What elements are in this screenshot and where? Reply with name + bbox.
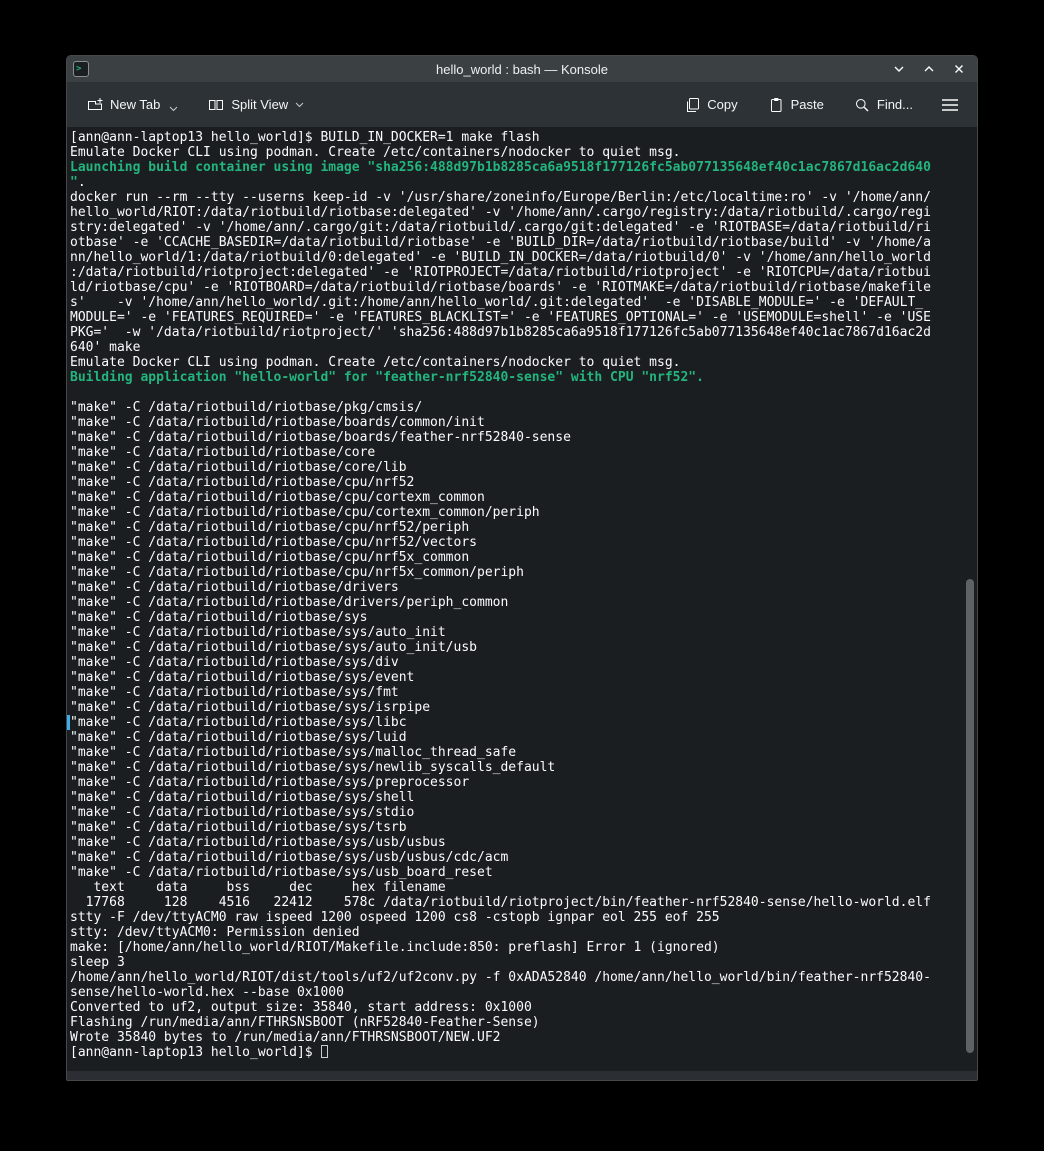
terminal-line: "make" -C /data/riotbuild/riotbase/cpu/n… [70, 475, 959, 490]
terminal-line: stry:delegated' -v '/home/ann/.cargo/git… [70, 220, 959, 235]
chevron-down-icon [169, 106, 178, 112]
menu-button[interactable] [935, 91, 965, 119]
terminal-line: 17768 128 4516 22412 578c /data/riotbuil… [70, 895, 959, 910]
terminal-line: nn/hello_world/1:/data/riotbuild/0:deleg… [70, 250, 959, 265]
terminal-line: "make" -C /data/riotbuild/riotbase/sys/i… [70, 700, 959, 715]
terminal-line: "make" -C /data/riotbuild/riotbase/drive… [70, 595, 959, 610]
new-tab-label: New Tab [110, 97, 160, 112]
line-marker [67, 715, 70, 730]
terminal-line: "make" -C /data/riotbuild/riotbase/sys/e… [70, 670, 959, 685]
terminal-line: hello_world/RIOT:/data/riotbuild/riotbas… [70, 205, 959, 220]
terminal-output: [ann@ann-laptop13 hello_world]$ BUILD_IN… [70, 130, 959, 1060]
terminal-line: otbase' -e 'CCACHE_BASEDIR=/data/riotbui… [70, 235, 959, 250]
terminal-line: :/data/riotbuild/riotproject:delegated' … [70, 265, 959, 280]
terminal-line: "make" -C /data/riotbuild/riotbase/cpu/c… [70, 505, 959, 520]
terminal-line: Emulate Docker CLI using podman. Create … [70, 355, 959, 370]
paste-button[interactable]: Paste [760, 90, 832, 120]
terminal-line: sense/hello-world.hex --base 0x1000 [70, 985, 959, 1000]
konsole-app-icon: > [73, 61, 89, 77]
terminal-line: "make" -C /data/riotbuild/riotbase/sys/u… [70, 835, 959, 850]
terminal-line: "make" -C /data/riotbuild/riotbase/cpu/n… [70, 565, 959, 580]
terminal-line: stty -F /dev/ttyACM0 raw ispeed 1200 osp… [70, 910, 959, 925]
terminal-line: /home/ann/hello_world/RIOT/dist/tools/uf… [70, 970, 959, 985]
maximize-button[interactable] [921, 61, 937, 77]
terminal-line: [ann@ann-laptop13 hello_world]$ [70, 1045, 959, 1060]
chevron-up-icon [923, 63, 935, 75]
split-view-label: Split View [231, 97, 288, 112]
terminal-line: "make" -C /data/riotbuild/riotbase/sys/u… [70, 865, 959, 880]
view-split-icon [208, 97, 224, 113]
close-button[interactable] [951, 61, 967, 77]
terminal-line: Wrote 35840 bytes to /run/media/ann/FTHR… [70, 1030, 959, 1045]
terminal-line: Emulate Docker CLI using podman. Create … [70, 145, 959, 160]
chevron-down-icon [295, 102, 304, 108]
terminal-line: text data bss dec hex filename [70, 880, 959, 895]
toolbar: New Tab Split View Copy [67, 82, 977, 128]
hamburger-menu-icon [941, 98, 959, 112]
konsole-window: > hello_world : bash — Konsole New Tab [66, 55, 978, 1081]
terminal-line: "make" -C /data/riotbuild/riotbase/board… [70, 430, 959, 445]
terminal-cursor [321, 1045, 328, 1058]
terminal-line: "make" -C /data/riotbuild/riotbase/sys/t… [70, 820, 959, 835]
terminal-line: ". [70, 175, 959, 190]
window-title: hello_world : bash — Konsole [67, 62, 977, 77]
close-icon [953, 63, 965, 75]
scrollbar[interactable] [965, 130, 975, 1069]
terminal-line: "make" -C /data/riotbuild/riotbase/sys/f… [70, 685, 959, 700]
terminal-line: "make" -C /data/riotbuild/riotbase/sys/d… [70, 655, 959, 670]
terminal-line: Building application "hello-world" for "… [70, 370, 959, 385]
tab-new-icon [87, 97, 103, 113]
terminal-line: "make" -C /data/riotbuild/riotbase/board… [70, 415, 959, 430]
terminal-line: "make" -C /data/riotbuild/riotbase/sys/a… [70, 640, 959, 655]
terminal-line: "make" -C /data/riotbuild/riotbase/cpu/c… [70, 490, 959, 505]
terminal-line: 640' make [70, 340, 959, 355]
edit-paste-icon [768, 97, 784, 113]
find-label: Find... [877, 97, 913, 112]
terminal-line: "make" -C /data/riotbuild/riotbase/sys/n… [70, 760, 959, 775]
terminal[interactable]: [ann@ann-laptop13 hello_world]$ BUILD_IN… [67, 128, 977, 1071]
terminal-line: "make" -C /data/riotbuild/riotbase/core/… [70, 460, 959, 475]
terminal-line: docker run --rm --tty --userns keep-id -… [70, 190, 959, 205]
copy-button[interactable]: Copy [676, 90, 745, 120]
scrollbar-thumb[interactable] [966, 579, 974, 1053]
edit-copy-icon [684, 97, 700, 113]
terminal-line [70, 385, 959, 400]
minimize-button[interactable] [891, 61, 907, 77]
terminal-line: "make" -C /data/riotbuild/riotbase/pkg/c… [70, 400, 959, 415]
terminal-line: "make" -C /data/riotbuild/riotbase/core [70, 445, 959, 460]
terminal-line: make: [/home/ann/hello_world/RIOT/Makefi… [70, 940, 959, 955]
terminal-line: "make" -C /data/riotbuild/riotbase/sys/s… [70, 805, 959, 820]
terminal-line: PKG=' -w '/data/riotbuild/riotproject/' … [70, 325, 959, 340]
terminal-line: "make" -C /data/riotbuild/riotbase/sys [70, 610, 959, 625]
search-icon [854, 97, 870, 113]
terminal-line: "make" -C /data/riotbuild/riotbase/sys/p… [70, 775, 959, 790]
terminal-line: Flashing /run/media/ann/FTHRSNSBOOT (nRF… [70, 1015, 959, 1030]
terminal-line: "make" -C /data/riotbuild/riotbase/sys/a… [70, 625, 959, 640]
terminal-line: "make" -C /data/riotbuild/riotbase/drive… [70, 580, 959, 595]
terminal-line: "make" -C /data/riotbuild/riotbase/sys/l… [70, 730, 959, 745]
titlebar[interactable]: > hello_world : bash — Konsole [67, 56, 977, 82]
terminal-line: "make" -C /data/riotbuild/riotbase/sys/s… [70, 790, 959, 805]
terminal-line: MODULE=' -e 'FEATURES_REQUIRED=' -e 'FEA… [70, 310, 959, 325]
terminal-line: "make" -C /data/riotbuild/riotbase/sys/l… [70, 715, 959, 730]
split-view-button[interactable]: Split View [200, 90, 312, 120]
terminal-line: "make" -C /data/riotbuild/riotbase/cpu/n… [70, 535, 959, 550]
paste-label: Paste [791, 97, 824, 112]
terminal-line: "make" -C /data/riotbuild/riotbase/cpu/n… [70, 550, 959, 565]
terminal-line: s' -v '/home/ann/hello_world/.git:/home/… [70, 295, 959, 310]
terminal-line: ld/riotbase/cpu' -e 'RIOTBOARD=/data/rio… [70, 280, 959, 295]
new-tab-button[interactable]: New Tab [79, 90, 186, 120]
window-bottom-frame [67, 1071, 977, 1080]
chevron-down-icon [893, 63, 905, 75]
terminal-line: "make" -C /data/riotbuild/riotbase/sys/u… [70, 850, 959, 865]
copy-label: Copy [707, 97, 737, 112]
find-button[interactable]: Find... [846, 90, 921, 120]
terminal-line: sleep 3 [70, 955, 959, 970]
terminal-line: stty: /dev/ttyACM0: Permission denied [70, 925, 959, 940]
terminal-line: [ann@ann-laptop13 hello_world]$ BUILD_IN… [70, 130, 959, 145]
terminal-line: Converted to uf2, output size: 35840, st… [70, 1000, 959, 1015]
terminal-line: "make" -C /data/riotbuild/riotbase/sys/m… [70, 745, 959, 760]
terminal-line: "make" -C /data/riotbuild/riotbase/cpu/n… [70, 520, 959, 535]
terminal-line: Launching build container using image "s… [70, 160, 959, 175]
